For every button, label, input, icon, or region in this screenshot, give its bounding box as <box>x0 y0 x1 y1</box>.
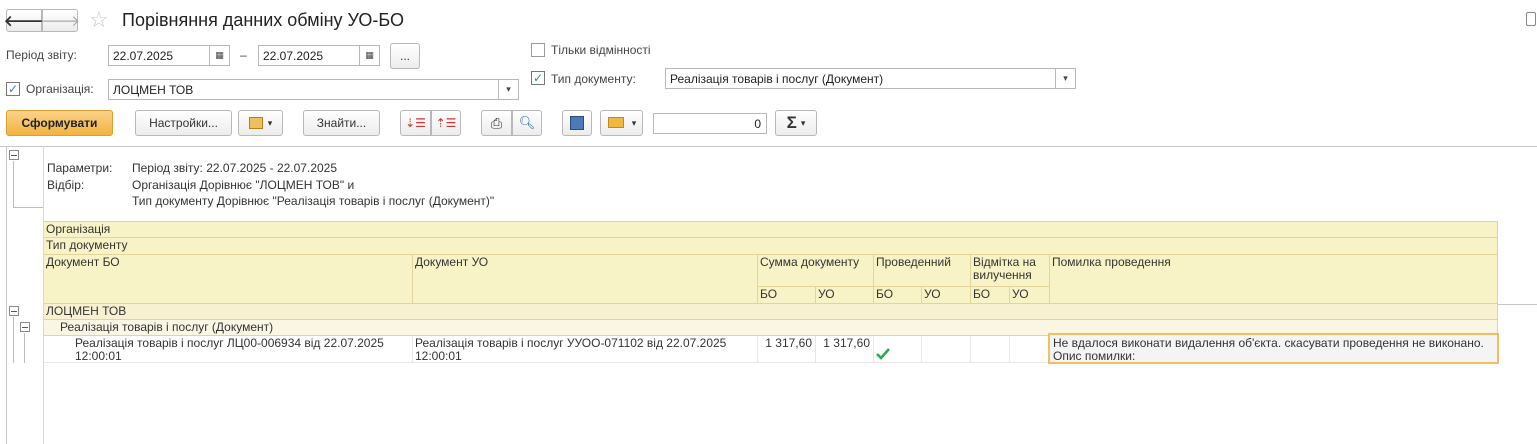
checkmark-icon <box>876 348 890 360</box>
header-posting-error: Помилка проведення <box>1050 255 1498 304</box>
header-sum-bo: БО <box>758 287 816 304</box>
org-checkbox[interactable]: ✓ <box>6 82 20 96</box>
header-doc-uo: Документ УО <box>413 255 758 304</box>
params-label: Параметри: <box>47 161 113 175</box>
row-sum-bo: 1 317,60 <box>758 336 816 363</box>
only-diff-checkbox[interactable] <box>531 43 545 57</box>
row-deletion-uo <box>1010 336 1050 363</box>
preview-button[interactable]: 🔍︎ <box>512 110 542 136</box>
doctype-input[interactable]: Реалізація товарів і послуг (Документ) <box>665 68 1056 89</box>
sum-icon: Σ <box>786 113 797 132</box>
envelope-icon <box>608 117 624 128</box>
header-sum: Сумма документу <box>758 255 874 287</box>
header-posted-uo: УО <box>922 287 971 304</box>
print-preview-icon: 🔍︎ <box>518 115 536 130</box>
header-organization: Організація <box>44 221 1498 238</box>
params-value: Період звіту: 22.07.2025 - 22.07.2025 <box>132 161 338 175</box>
filter-line-1: Організація Дорівнює "ЛОЦМЕН ТОВ" и <box>132 178 355 192</box>
header-deletion-mark: Відмітка на вилучення <box>971 255 1050 287</box>
only-diff-label: Тільки відмінності <box>551 43 651 57</box>
filter-line-2: Тип документу Дорівнює "Реалізація товар… <box>132 194 495 208</box>
report-right-edge-line <box>1498 304 1537 305</box>
collapse-org-group-icon[interactable] <box>9 306 19 316</box>
collapse-params-icon[interactable] <box>9 150 19 160</box>
tree-line <box>13 317 14 363</box>
floppy-disk-icon <box>570 116 584 130</box>
doctype-label: Тип документу: <box>551 72 636 86</box>
date-from-input[interactable]: 22.07.2025 <box>108 45 210 66</box>
arrow-right-icon: 🡒 <box>39 13 81 30</box>
star-icon[interactable]: ☆ <box>89 8 109 32</box>
calendar-icon: ▦ <box>365 50 374 60</box>
report-top-border <box>0 146 1537 147</box>
row-doc-bo[interactable]: Реалізація товарів і послуг ЛЦ00-006934 … <box>44 336 413 363</box>
collapse-groups-button[interactable]: ⇡☰ <box>431 110 461 136</box>
calendar-icon: ▦ <box>215 50 224 60</box>
chevron-down-icon: ▾ <box>800 117 806 128</box>
report-left-border <box>6 146 7 444</box>
header-posted: Проведенний <box>874 255 971 287</box>
date-to-input[interactable]: 22.07.2025 <box>258 45 360 66</box>
header-deletion-bo: БО <box>971 287 1010 304</box>
counter-field[interactable]: 0 <box>653 113 767 134</box>
variant-menu-button[interactable]: ▾ <box>238 110 283 136</box>
row-posted-bo <box>874 336 922 363</box>
printer-icon: ⎙ <box>490 114 503 131</box>
tree-line <box>13 161 14 207</box>
doc-bo-link[interactable]: Реалізація товарів і послуг ЛЦ00-006934 … <box>75 336 384 363</box>
org-label: Організація: <box>26 82 94 96</box>
arrow-left-icon: 🡐 <box>3 13 45 30</box>
chevron-down-icon: ▾ <box>1063 73 1068 83</box>
expand-groups-button[interactable]: ⇣☰ <box>400 110 431 136</box>
expand-levels-icon: ⇣☰ <box>405 116 426 130</box>
header-doc-bo: Документ БО <box>44 255 413 304</box>
chevron-down-icon: ▾ <box>267 117 273 128</box>
header-doc-type: Тип документу <box>44 238 1498 255</box>
save-button[interactable] <box>562 110 592 136</box>
tree-line <box>24 333 25 363</box>
date-from-calendar-button[interactable]: ▦ <box>210 45 230 66</box>
period-label: Період звіту: <box>6 48 77 62</box>
sum-button[interactable]: Σ ▾ <box>775 110 817 136</box>
row-posted-uo <box>922 336 971 363</box>
send-email-button[interactable]: ▾ <box>600 110 643 136</box>
org-input[interactable]: ЛОЦМЕН ТОВ <box>108 79 499 100</box>
row-deletion-bo <box>971 336 1010 363</box>
group-doctype-label: Реалізація товарів і послуг (Документ) <box>60 320 274 334</box>
date-separator: – <box>240 48 247 62</box>
header-posted-bo: БО <box>874 287 922 304</box>
generate-button[interactable]: Сформувати <box>6 110 113 136</box>
row-sum-uo: 1 317,60 <box>816 336 874 363</box>
filter-label: Відбір: <box>47 178 85 192</box>
org-dropdown-button[interactable]: ▾ <box>499 79 519 100</box>
page-title: Порівняння данних обміну УО-БО <box>122 10 404 30</box>
print-button[interactable]: ⎙ <box>481 110 512 136</box>
row-posting-error[interactable]: Не вдалося виконати видалення об'єкта. с… <box>1048 333 1499 364</box>
period-select-button[interactable]: ... <box>390 43 420 69</box>
chevron-down-icon: ▾ <box>506 84 511 94</box>
forward-button[interactable]: 🡒 <box>39 9 81 32</box>
collapse-levels-icon: ⇡☰ <box>435 116 457 130</box>
report-variant-icon <box>248 117 263 129</box>
tree-line <box>13 207 43 208</box>
back-button[interactable]: 🡐 <box>3 9 45 32</box>
header-sum-uo: УО <box>816 287 874 304</box>
date-to-calendar-button[interactable]: ▦ <box>360 45 380 66</box>
doctype-checkbox[interactable]: ✓ <box>531 71 545 85</box>
doctype-dropdown-button[interactable]: ▾ <box>1056 68 1076 89</box>
row-doc-uo[interactable]: Реалізація товарів і послуг УУОО-071102 … <box>413 336 758 363</box>
doc-uo-link[interactable]: Реалізація товарів і послуг УУОО-071102 … <box>415 336 726 363</box>
header-deletion-uo: УО <box>1010 287 1050 304</box>
collapse-doctype-group-icon[interactable] <box>20 322 30 332</box>
find-button[interactable]: Знайти... <box>303 110 380 136</box>
chevron-down-icon: ▾ <box>631 117 637 128</box>
settings-button[interactable]: Настройки... <box>135 110 232 136</box>
group-organization-row: ЛОЦМЕН ТОВ <box>44 304 1498 320</box>
more-menu-icon[interactable] <box>1526 12 1536 26</box>
